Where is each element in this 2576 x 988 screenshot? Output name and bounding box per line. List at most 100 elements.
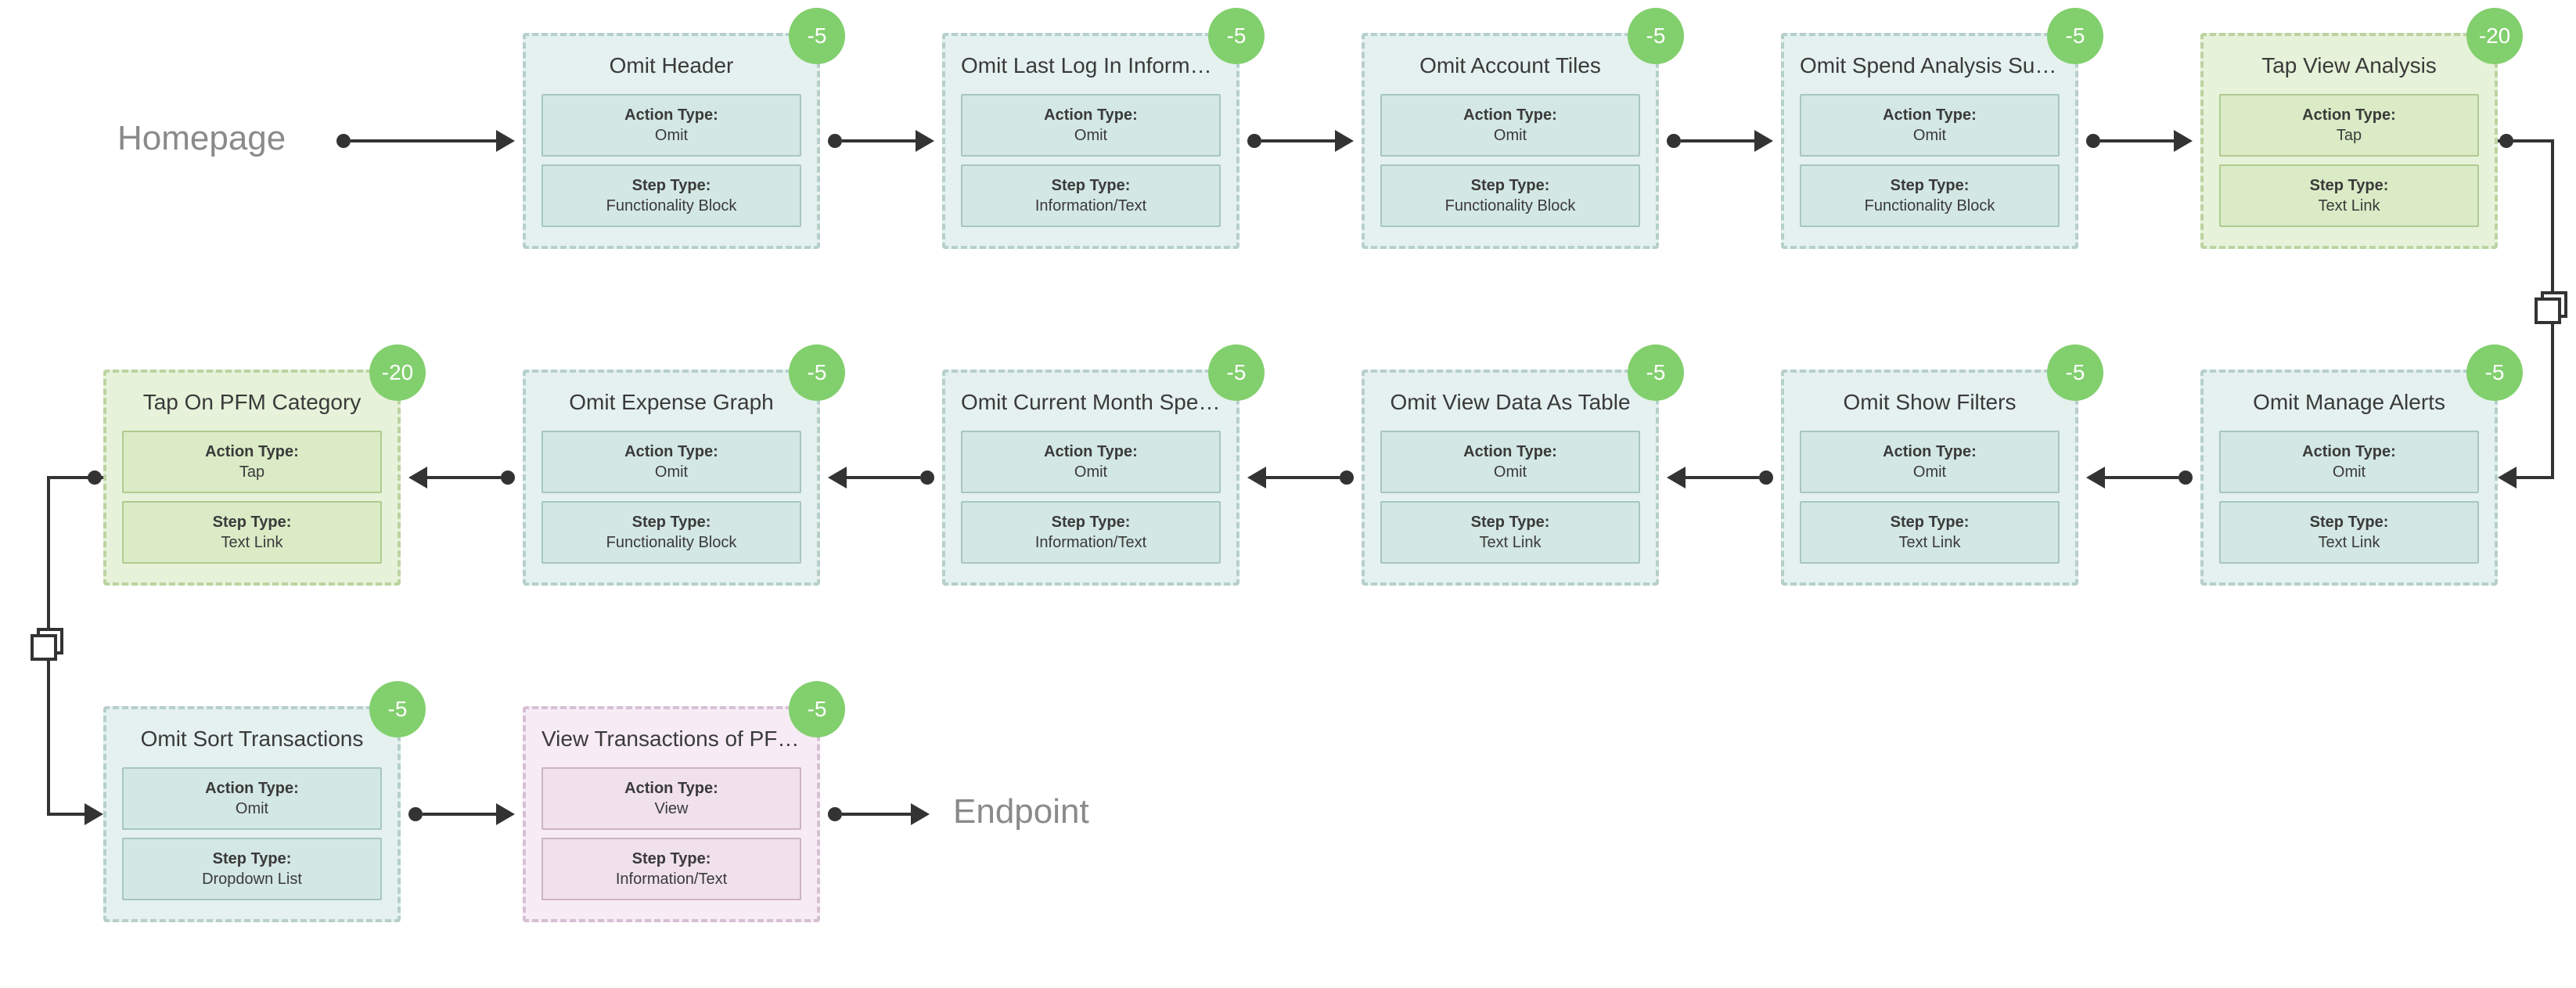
connector-arrow	[911, 803, 930, 825]
connector-line	[1261, 139, 1335, 142]
connector	[408, 467, 515, 489]
action-type-field: Action Type:Omit	[1380, 431, 1640, 493]
flow-step-card[interactable]: Omit Sort TransactionsAction Type:OmitSt…	[103, 706, 401, 922]
card-title: Omit Account Tiles	[1380, 50, 1640, 81]
flow-diagram: Homepage Omit HeaderAction Type:OmitStep …	[0, 0, 2576, 988]
score-badge: -20	[2466, 8, 2523, 64]
step-type-field: Step Type:Information/Text	[961, 164, 1221, 227]
field-label: Step Type:	[549, 849, 793, 869]
field-label: Action Type:	[2227, 105, 2471, 125]
card-title: Omit Show Filters	[1800, 387, 2060, 418]
card-title: Tap On PFM Category	[122, 387, 382, 418]
connector	[1667, 130, 1773, 152]
score-badge: -5	[1208, 344, 1265, 401]
field-value: Text Link	[1388, 532, 1632, 553]
flow-step-card[interactable]: Omit Expense GraphAction Type:OmitStep T…	[523, 370, 820, 586]
field-label: Action Type:	[969, 442, 1213, 462]
connector-arrow	[2086, 467, 2105, 489]
step-type-field: Step Type:Information/Text	[961, 501, 1221, 564]
field-value: Omit	[969, 462, 1213, 482]
action-type-field: Action Type:Omit	[122, 767, 382, 830]
score-badge: -5	[369, 681, 426, 737]
field-value: Omit	[1808, 462, 2052, 482]
connector-dot	[2178, 471, 2193, 485]
step-type-field: Step Type:Text Link	[122, 501, 382, 564]
field-label: Step Type:	[1388, 175, 1632, 196]
connector-line	[1681, 139, 1754, 142]
field-label: Step Type:	[1388, 512, 1632, 532]
step-type-field: Step Type:Text Link	[2219, 501, 2479, 564]
card-title: Tap View Analysis	[2219, 50, 2479, 81]
field-label: Action Type:	[1808, 442, 2052, 462]
score-badge: -5	[2466, 344, 2523, 401]
flow-step-card[interactable]: Omit Show Filters Action Type:Omit Step Ty…	[1781, 370, 2078, 586]
connector-dot	[501, 471, 515, 485]
flow-step-card[interactable]: Omit Current Month Spendin… Action Type:O…	[942, 370, 1239, 586]
connector-dot	[336, 134, 351, 148]
flow-step-card[interactable]: Omit HeaderAction Type:OmitStep Type:Fun…	[523, 33, 820, 249]
field-label: Action Type:	[549, 105, 793, 125]
connector	[408, 803, 515, 825]
field-label: Action Type:	[549, 442, 793, 462]
connector	[2086, 130, 2193, 152]
score-badge: -5	[1628, 344, 1684, 401]
field-value: Dropdown List	[130, 869, 374, 889]
connector-dot	[1759, 471, 1773, 485]
connector-line	[2100, 139, 2174, 142]
connector-line	[1686, 476, 1759, 479]
connector	[1667, 467, 1773, 489]
field-value: Omit	[549, 125, 793, 146]
start-label: Homepage	[117, 119, 286, 158]
connector-arrow	[1247, 467, 1266, 489]
field-label: Action Type:	[969, 105, 1213, 125]
flow-step-card[interactable]: View Transactions of PFM C…Action Type:V…	[523, 706, 820, 922]
field-label: Action Type:	[1808, 105, 2052, 125]
action-type-field: Action Type:Tap	[2219, 94, 2479, 157]
card-title: Omit Manage Alerts	[2219, 387, 2479, 418]
score-badge: -5	[2047, 8, 2103, 64]
connector-arrow	[408, 467, 427, 489]
connector-line	[847, 476, 920, 479]
step-type-field: Step Type:Information/Text	[541, 838, 801, 900]
score-badge: -5	[2047, 344, 2103, 401]
field-label: Step Type:	[1808, 512, 2052, 532]
field-value: Functionality Block	[549, 196, 793, 216]
flow-step-card[interactable]: Omit Account TilesAction Type:OmitStep T…	[1362, 33, 1659, 249]
field-value: Omit	[969, 125, 1213, 146]
flow-step-card[interactable]: Tap View Analysis Action Type:Tap Step Typ…	[2200, 33, 2498, 249]
step-type-field: Step Type:Text Link	[1800, 501, 2060, 564]
card-title: View Transactions of PFM C…	[541, 723, 801, 755]
connector	[828, 130, 934, 152]
score-badge: -5	[789, 8, 845, 64]
field-value: Text Link	[2227, 532, 2471, 553]
connector-line	[2105, 476, 2178, 479]
connector-arrow	[828, 467, 847, 489]
field-label: Action Type:	[1388, 105, 1632, 125]
step-type-field: Step Type:Functionality Block	[541, 501, 801, 564]
connector-arrow	[2174, 130, 2193, 152]
flow-step-card[interactable]: Omit Last Log In InformationAction Type:…	[942, 33, 1239, 249]
action-type-field: Action Type:Omit	[541, 431, 801, 493]
connector-dot	[1247, 134, 1261, 148]
flow-step-card[interactable]: Tap On PFM CategoryAction Type:TapStep T…	[103, 370, 401, 586]
field-value: Text Link	[1808, 532, 2052, 553]
field-value: Tap	[130, 462, 374, 482]
connector-arrow	[1335, 130, 1354, 152]
flow-step-card[interactable]: Omit Manage AlertsAction Type:OmitStep T…	[2200, 370, 2498, 586]
action-type-field: Action Type:Omit	[1800, 94, 2060, 157]
flow-step-card[interactable]: Omit Spend Analysis Summar…Action Type:O…	[1781, 33, 2078, 249]
connector-dot	[828, 807, 842, 821]
connector-arrow	[1667, 467, 1686, 489]
field-value: Omit	[549, 462, 793, 482]
step-type-field: Step Type:Text Link	[2219, 164, 2479, 227]
action-type-field: Action Type:Omit	[961, 431, 1221, 493]
field-value: Information/Text	[969, 532, 1213, 553]
connector-arrow	[496, 803, 515, 825]
score-badge: -5	[789, 344, 845, 401]
field-value: Text Link	[130, 532, 374, 553]
field-label: Action Type:	[130, 778, 374, 799]
connector-arrow	[496, 130, 515, 152]
flow-step-card[interactable]: Omit View Data As TableAction Type:OmitS…	[1362, 370, 1659, 586]
connector-line	[842, 813, 911, 816]
card-title: Omit Current Month Spendin…	[961, 387, 1221, 418]
